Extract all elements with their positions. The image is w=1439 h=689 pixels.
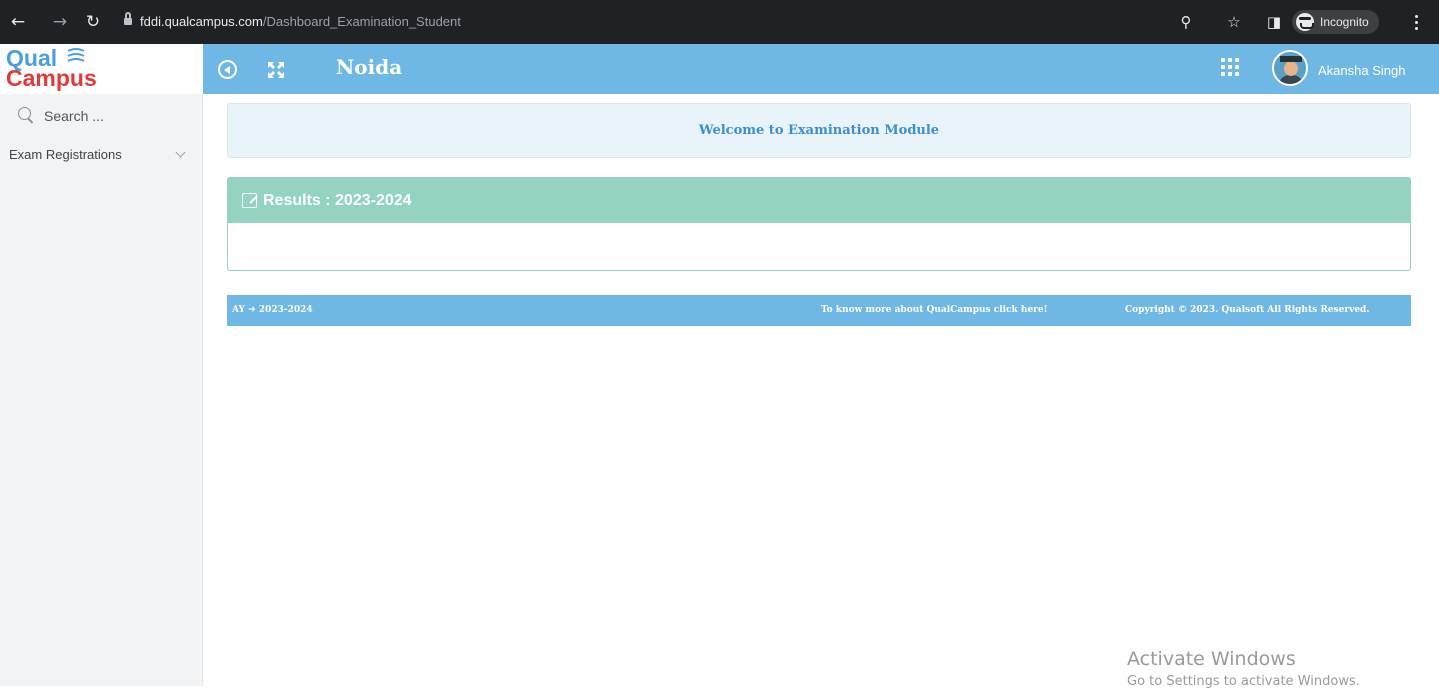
sidebar-item-label: Exam Registrations	[9, 147, 122, 162]
incognito-label: Incognito	[1320, 15, 1369, 29]
edit-icon	[242, 193, 257, 208]
url-text[interactable]: fddi.qualcampus.com/Dashboard_Examinatio…	[140, 14, 461, 29]
incognito-badge[interactable]: Incognito	[1292, 10, 1379, 34]
academic-year: AY ➔ 2023-2024	[232, 305, 313, 315]
qualcampus-logo[interactable]: Qual Campus	[0, 44, 203, 94]
campus-name: Noida	[336, 55, 403, 79]
fullscreen-icon[interactable]	[266, 60, 286, 80]
sidebar: Exam Registrations	[0, 94, 203, 686]
arrow-right-icon: ➔	[248, 305, 256, 315]
browser-toolbar: ← → ↻ fddi.qualcampus.com/Dashboard_Exam…	[0, 0, 1439, 44]
footer-bar: AY ➔ 2023-2024 To know more about QualCa…	[227, 295, 1411, 326]
chevron-down-icon	[175, 147, 186, 158]
zoom-icon[interactable]: ⚲	[1176, 12, 1196, 32]
back-circle-icon[interactable]	[218, 60, 237, 79]
side-panel-icon[interactable]: ◨	[1264, 12, 1284, 32]
user-name[interactable]: Akansha Singh	[1318, 63, 1405, 78]
sidebar-item-exam-registrations[interactable]: Exam Registrations	[0, 142, 202, 166]
back-arrow-icon[interactable]: ←	[8, 12, 28, 32]
welcome-text: Welcome to Examination Module	[698, 123, 940, 138]
qualcampus-info-link[interactable]: To know more about QualCampus click here…	[821, 305, 1048, 315]
logo-text-bottom: Campus	[6, 65, 97, 91]
copyright-text: Copyright © 2023. Qualsoft All Rights Re…	[1125, 305, 1370, 315]
kebab-menu-icon[interactable]	[1407, 12, 1427, 32]
results-title: Results : 2023-2024	[263, 192, 412, 209]
address-bar[interactable]: fddi.qualcampus.com/Dashboard_Examinatio…	[116, 7, 1216, 37]
lock-icon[interactable]	[124, 12, 132, 26]
incognito-icon	[1296, 13, 1314, 31]
search-input[interactable]	[44, 106, 184, 126]
app-header: Qual Campus Noida Akansha Singh	[0, 44, 1439, 94]
apps-grid-icon[interactable]	[1221, 58, 1239, 76]
avatar[interactable]	[1272, 50, 1308, 86]
results-panel: Results : 2023-2024	[227, 177, 1411, 271]
results-header: Results : 2023-2024	[228, 178, 1410, 223]
activate-windows-title: Activate Windows	[1127, 648, 1296, 670]
star-icon[interactable]: ☆	[1224, 12, 1244, 32]
forward-arrow-icon[interactable]: →	[50, 12, 70, 32]
reload-icon[interactable]: ↻	[83, 12, 103, 32]
welcome-banner: Welcome to Examination Module	[227, 103, 1411, 158]
activate-windows-subtitle: Go to Settings to activate Windows.	[1127, 674, 1360, 689]
search-icon	[18, 107, 36, 125]
logo-waves-icon	[67, 48, 85, 62]
